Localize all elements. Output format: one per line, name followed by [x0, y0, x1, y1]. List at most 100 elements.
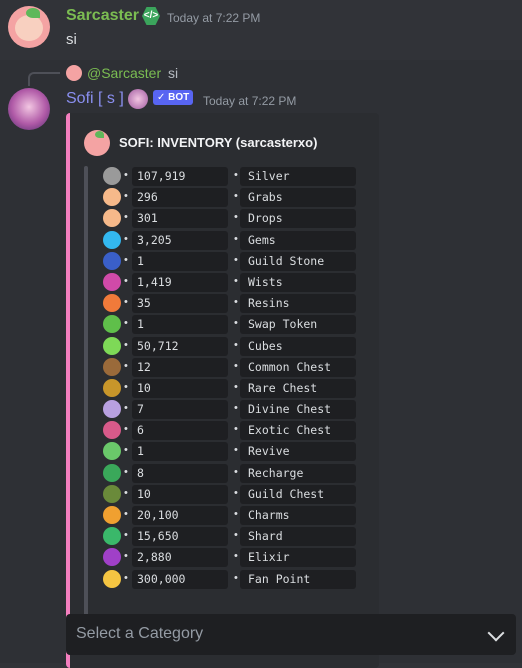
inventory-row: • 8 • Recharge — [98, 463, 370, 484]
rare-chest-icon — [103, 378, 121, 397]
item-label: Silver — [240, 167, 356, 186]
message-sarcaster: Sarcaster </> Today at 7:22 PM si — [0, 0, 522, 60]
recharge-battery-icon — [103, 463, 121, 482]
inventory-row: • 10 • Rare Chest — [98, 378, 370, 399]
item-label: Resins — [240, 294, 356, 314]
inventory-row: • 1 • Revive — [98, 441, 370, 462]
bot-author-name[interactable]: Sofi [ s ] — [66, 90, 124, 108]
item-label: Drops — [240, 209, 356, 229]
bullet: • — [124, 571, 128, 584]
divine-chest-icon — [103, 400, 121, 419]
item-value: 107,919 — [132, 167, 228, 186]
bullet: • — [234, 380, 238, 393]
bot-badge: ✓ BOT — [153, 90, 194, 105]
active-developer-badge-icon[interactable]: </> — [142, 7, 160, 25]
bot-avatar[interactable] — [8, 88, 50, 130]
timestamp: Today at 7:22 PM — [203, 94, 297, 108]
inventory-row: • 296 • Grabs — [98, 187, 370, 208]
item-value: 12 — [132, 357, 228, 377]
inventory-row: • 107,919 • Silver — [98, 166, 370, 187]
elixir-drop-icon — [103, 548, 121, 567]
bullet: • — [234, 402, 238, 415]
chevron-down-icon — [487, 624, 505, 642]
bullet: • — [234, 486, 238, 499]
silver-coin-icon — [103, 167, 121, 185]
timestamp: Today at 7:22 PM — [167, 11, 261, 25]
item-value: 15,650 — [132, 527, 228, 547]
exotic-chest-icon — [103, 421, 121, 440]
bullet: • — [234, 529, 238, 542]
reply-text[interactable]: si — [168, 65, 178, 81]
bullet: • — [234, 253, 238, 266]
grab-hand-icon — [103, 188, 121, 207]
bullet: • — [234, 423, 238, 436]
item-value: 8 — [132, 463, 228, 483]
common-chest-icon — [103, 357, 121, 376]
category-select[interactable]: Select a Category — [66, 614, 516, 655]
bullet: • — [124, 423, 128, 436]
item-label: Exotic Chest — [240, 421, 356, 441]
server-tag-icon[interactable] — [128, 89, 148, 109]
item-value: 10 — [132, 378, 228, 398]
charm-ticket-icon — [103, 506, 121, 524]
swap-token-icon — [103, 315, 121, 334]
drop-hand-icon — [103, 209, 121, 228]
item-value: 50,712 — [132, 336, 228, 356]
bullet: • — [124, 317, 128, 330]
inventory-row: • 35 • Resins — [98, 293, 370, 314]
item-label: Swap Token — [240, 315, 356, 335]
bullet: • — [124, 508, 128, 520]
author-name[interactable]: Sarcaster — [66, 7, 139, 25]
bullet: • — [234, 274, 238, 287]
message-text: si — [66, 31, 77, 48]
bullet: • — [124, 274, 128, 287]
item-value: 1 — [132, 442, 228, 462]
reply-avatar[interactable] — [66, 65, 82, 81]
item-label: Divine Chest — [240, 400, 356, 420]
bullet: • — [234, 169, 238, 181]
item-label: Guild Chest — [240, 484, 356, 504]
inventory-embed: SOFI: INVENTORY (sarcasterxo) • 107,919 • S… — [66, 113, 379, 668]
item-value: 35 — [132, 294, 228, 314]
item-value: 300,000 — [132, 569, 228, 589]
item-value: 1 — [132, 315, 228, 335]
item-label: Revive — [240, 442, 356, 462]
bullet: • — [124, 296, 128, 309]
item-label: Rare Chest — [240, 378, 356, 398]
select-placeholder: Select a Category — [76, 625, 204, 642]
inventory-row: • 1 • Guild Stone — [98, 251, 370, 272]
item-value: 1 — [132, 251, 228, 271]
item-value: 10 — [132, 484, 228, 504]
reply-connector — [28, 72, 60, 86]
bullet: • — [234, 190, 238, 203]
inventory-row: • 20,100 • Charms — [98, 505, 370, 526]
item-value: 6 — [132, 421, 228, 441]
bullet: • — [124, 232, 128, 245]
message-sofi-bot: @Sarcaster si Sofi [ s ] ✓ BOT Today at … — [0, 60, 522, 668]
bullet: • — [124, 211, 128, 224]
avatar[interactable] — [8, 6, 50, 48]
inventory-row: • 7 • Divine Chest — [98, 399, 370, 420]
embed-author-icon — [84, 130, 110, 156]
item-label: Guild Stone — [240, 251, 356, 271]
bullet: • — [124, 486, 128, 499]
revive-syringe-icon — [103, 442, 121, 461]
inventory-row: • 6 • Exotic Chest — [98, 420, 370, 441]
bullet: • — [234, 444, 238, 457]
bullet: • — [124, 359, 128, 372]
inventory-row: • 1,419 • Wists — [98, 272, 370, 293]
bullet: • — [124, 444, 128, 457]
item-value: 20,100 — [132, 506, 228, 525]
bullet: • — [234, 338, 238, 351]
item-label: Wists — [240, 272, 356, 292]
bullet: • — [124, 190, 128, 203]
item-label: Cubes — [240, 336, 356, 356]
bullet: • — [234, 296, 238, 309]
bullet: • — [234, 508, 238, 520]
bullet: • — [234, 550, 238, 563]
bullet: • — [124, 338, 128, 351]
bullet: • — [234, 359, 238, 372]
inventory-row: • 50,712 • Cubes — [98, 336, 370, 357]
reply-mention[interactable]: @Sarcaster — [87, 65, 161, 81]
bullet: • — [234, 571, 238, 584]
